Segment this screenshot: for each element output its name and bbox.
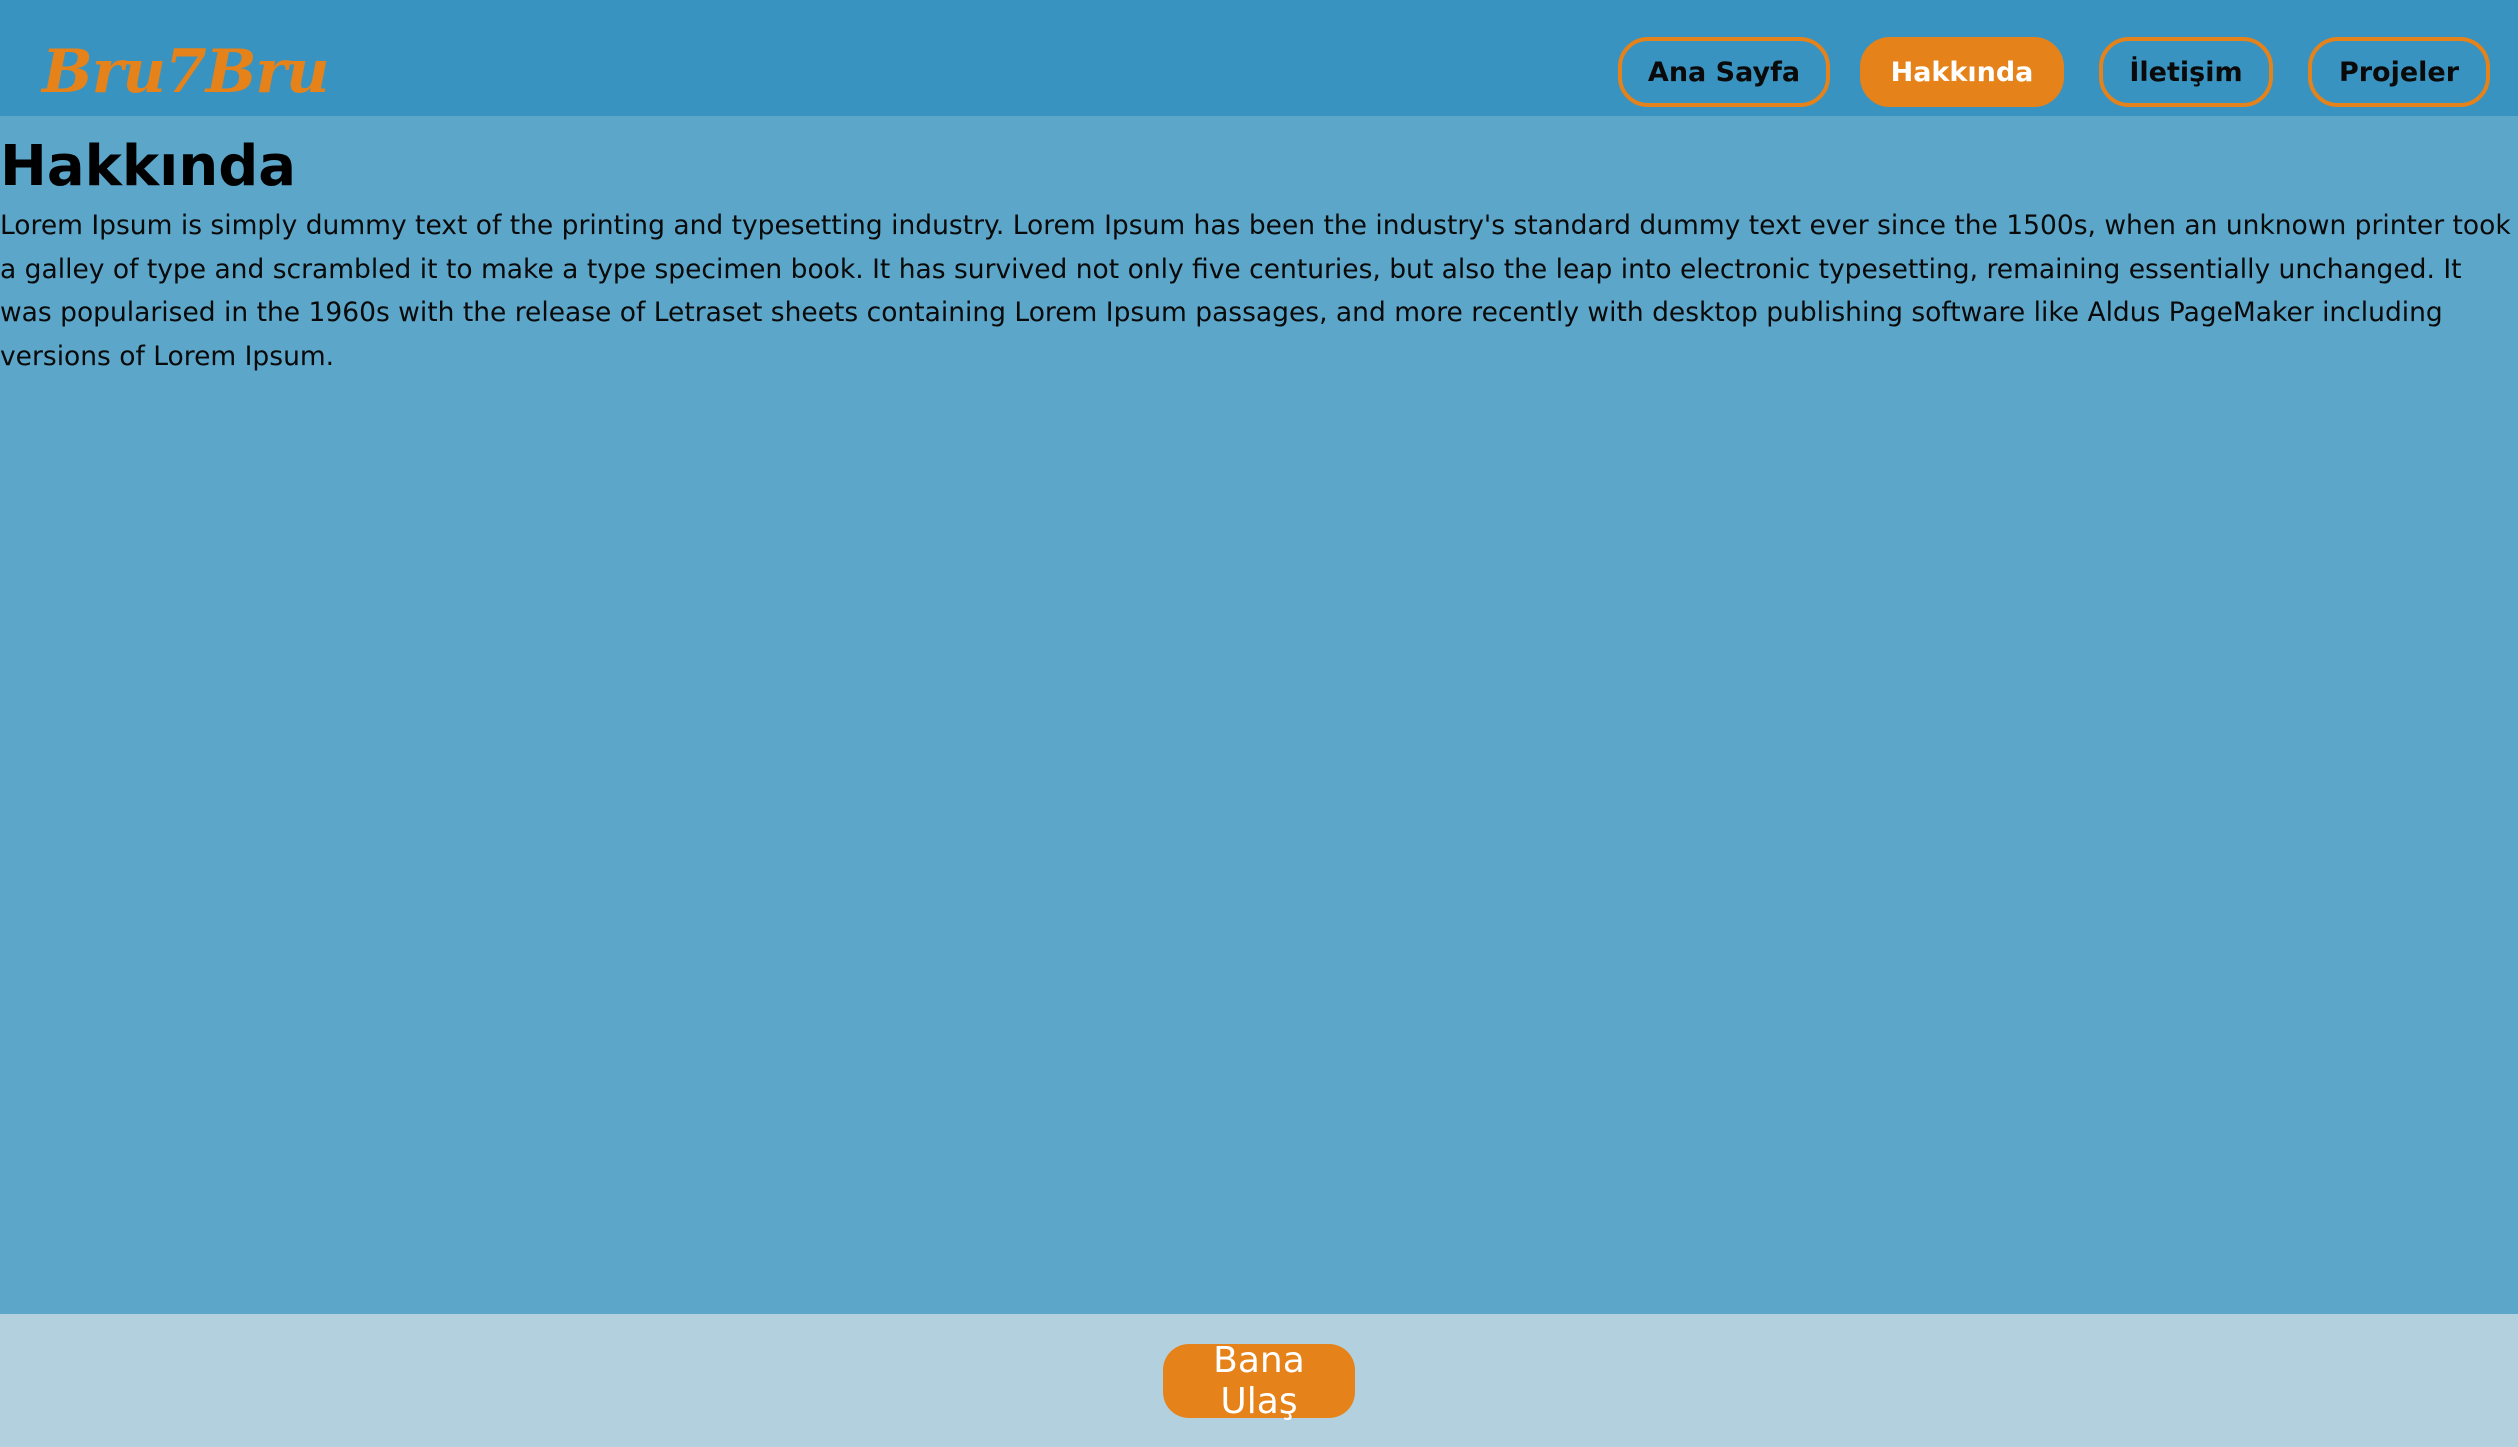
about-paragraph: Lorem Ipsum is simply dummy text of the … <box>0 210 2511 372</box>
nav-projects-button[interactable]: Projeler <box>2308 37 2490 107</box>
site-footer: Bana Ulaş <box>0 1314 2518 1447</box>
page-title: Hakkında <box>0 134 297 199</box>
main-content: Hakkında Lorem Ipsum is simply dummy tex… <box>0 116 2518 1314</box>
contact-me-button[interactable]: Bana Ulaş <box>1163 1340 1355 1422</box>
nav-home-button[interactable]: Ana Sayfa <box>1618 37 1830 107</box>
site-logo[interactable]: Bru7Bru <box>42 30 330 114</box>
nav-contact-button[interactable]: İletişim <box>2099 37 2273 107</box>
site-header: Bru7Bru Ana Sayfa Hakkında İletişim Proj… <box>0 0 2518 116</box>
nav-about-button[interactable]: Hakkında <box>1860 37 2064 107</box>
